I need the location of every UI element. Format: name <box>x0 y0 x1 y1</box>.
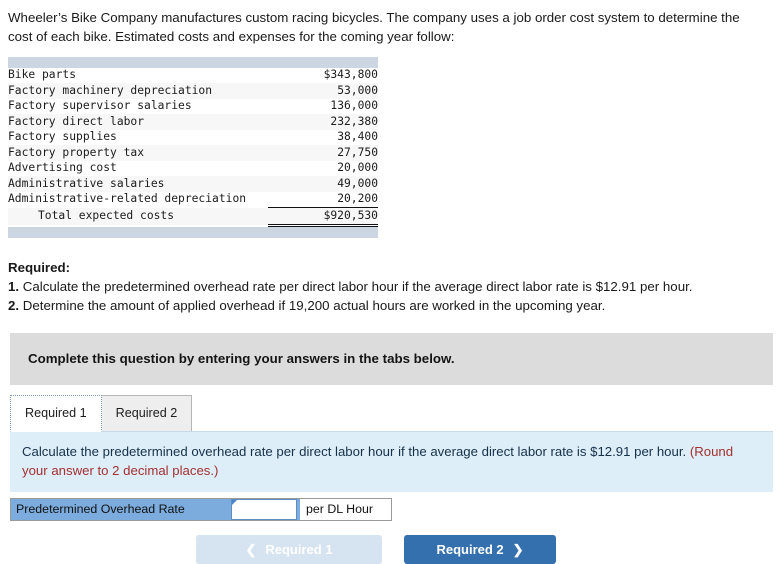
estimated-costs-table: Bike parts $343,800 Factory machinery de… <box>8 56 378 238</box>
table-total-row: Total expected costs $920,530 <box>8 207 378 227</box>
cost-amount: 38,400 <box>268 129 378 146</box>
cost-label: Bike parts <box>8 67 268 84</box>
required-heading: Required: <box>8 259 71 275</box>
question-panel: Calculate the predetermined overhead rat… <box>10 431 773 492</box>
cost-amount: 49,000 <box>268 176 378 192</box>
table-row: Factory direct labor 232,380 <box>8 114 378 130</box>
answer-row: Predetermined Overhead Rate per DL Hour <box>10 497 392 521</box>
table-row: Bike parts $343,800 <box>8 67 378 84</box>
cost-amount: $343,800 <box>268 67 378 84</box>
required-item-2: 2. Determine the amount of applied overh… <box>8 296 783 315</box>
navigation-buttons: ❮ Required 1 Required 2 ❯ <box>0 534 783 564</box>
instruction-banner-text: Complete this question by entering your … <box>28 351 455 367</box>
instruction-banner: Complete this question by entering your … <box>10 332 773 385</box>
tab-required-2-label: Required 2 <box>115 406 178 421</box>
tab-required-2[interactable]: Required 2 <box>100 394 193 432</box>
cost-label: Administrative salaries <box>8 176 268 192</box>
chevron-left-icon: ❮ <box>245 541 257 557</box>
cost-table: Bike parts $343,800 Factory machinery de… <box>8 67 378 227</box>
cost-amount: 20,000 <box>268 160 378 177</box>
table-row: Factory supplies 38,400 <box>8 129 378 146</box>
question-panel-text: Calculate the predetermined overhead rat… <box>22 443 690 459</box>
prev-required-1-button[interactable]: ❮ Required 1 <box>196 534 382 564</box>
cost-amount: 232,380 <box>268 114 378 130</box>
answer-row-unit: per DL Hour <box>300 497 392 521</box>
table-row: Factory machinery depreciation 53,000 <box>8 83 378 99</box>
table-top-bar <box>8 56 378 68</box>
tab-required-1-label: Required 1 <box>25 406 87 421</box>
table-row: Administrative-related depreciation 20,2… <box>8 191 378 209</box>
tab-required-1[interactable]: Required 1 <box>10 394 102 432</box>
cost-label: Factory direct labor <box>8 114 268 130</box>
cost-table-body: Bike parts $343,800 Factory machinery de… <box>8 67 378 227</box>
predetermined-overhead-rate-input[interactable] <box>231 498 297 520</box>
next-button-label: Required 2 <box>436 541 504 557</box>
required-item-2-number: 2. <box>8 298 20 314</box>
cost-label: Factory machinery depreciation <box>8 83 268 99</box>
required-item-2-text: Determine the amount of applied overhead… <box>22 298 606 314</box>
answer-input-cell <box>228 497 300 521</box>
cost-label: Factory supplies <box>8 129 268 146</box>
cost-amount: 27,750 <box>268 145 378 161</box>
answer-row-label: Predetermined Overhead Rate <box>10 497 228 521</box>
total-amount: $920,530 <box>268 207 378 227</box>
prev-button-label: Required 1 <box>265 541 333 557</box>
cost-amount: 20,200 <box>268 191 378 209</box>
table-bottom-bar <box>8 226 378 238</box>
cost-label: Advertising cost <box>8 160 268 177</box>
total-label: Total expected costs <box>8 207 268 226</box>
required-item-1-number: 1. <box>8 279 20 294</box>
table-row: Administrative salaries 49,000 <box>8 176 378 192</box>
table-row: Advertising cost 20,000 <box>8 160 378 177</box>
chevron-right-icon: ❯ <box>512 541 524 557</box>
cost-amount: 53,000 <box>268 83 378 99</box>
tab-bar-underline <box>10 430 773 432</box>
problem-intro-text: Wheeler’s Bike Company manufactures cust… <box>8 10 740 44</box>
next-required-2-button[interactable]: Required 2 ❯ <box>404 534 556 564</box>
required-section: Required: 1. Calculate the predetermined… <box>8 258 783 316</box>
cost-label: Factory property tax <box>8 145 268 161</box>
cost-label: Administrative-related depreciation <box>8 191 268 208</box>
table-row: Factory supervisor salaries 136,000 <box>8 98 378 115</box>
cost-amount: 136,000 <box>268 98 378 115</box>
cost-label: Factory supervisor salaries <box>8 98 268 115</box>
required-item-1-text: Calculate the predetermined overhead rat… <box>22 279 693 294</box>
tab-bar: Required 1 Required 2 <box>10 393 773 432</box>
table-row: Factory property tax 27,750 <box>8 145 378 161</box>
required-item-1: 1. Calculate the predetermined overhead … <box>8 277 783 296</box>
